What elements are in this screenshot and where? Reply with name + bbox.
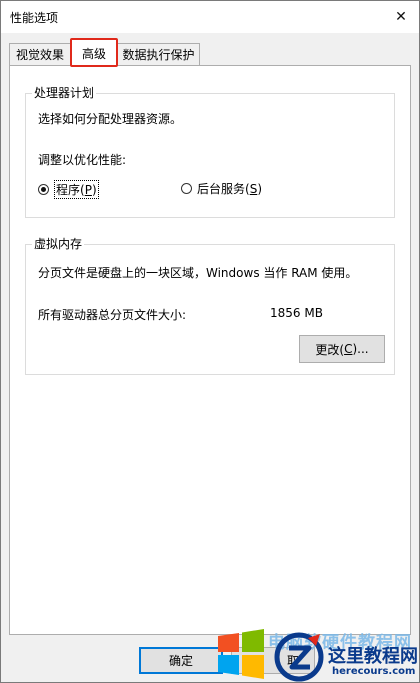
- advanced-tab-panel: 处理器计划 选择如何分配处理器资源。 调整以优化性能: 程序(P) 后台服务(S…: [9, 65, 411, 635]
- virtual-memory-group: 虚拟内存 分页文件是硬盘上的一块区域，Windows 当作 RAM 使用。 所有…: [25, 237, 395, 375]
- performance-options-dialog: 性能选项 ✕ 视觉效果 高级 数据执行保护 处理器计划 选择如何分配处理器资源。…: [0, 0, 420, 683]
- total-paging-file-label: 所有驱动器总分页文件大小:: [38, 308, 187, 322]
- background-services-radio-indicator[interactable]: [181, 183, 192, 194]
- tab-data-execution-prevention[interactable]: 数据执行保护: [117, 43, 200, 65]
- cancel-button[interactable]: 取: [231, 647, 315, 674]
- close-icon[interactable]: ✕: [383, 1, 419, 33]
- virtual-memory-legend: 虚拟内存: [32, 237, 85, 251]
- virtual-memory-description: 分页文件是硬盘上的一块区域，Windows 当作 RAM 使用。: [38, 266, 358, 280]
- ok-button[interactable]: 确定: [139, 647, 223, 674]
- tab-visual-effects[interactable]: 视觉效果: [9, 43, 71, 65]
- programs-radio-indicator[interactable]: [38, 184, 49, 195]
- tab-advanced[interactable]: 高级: [70, 38, 118, 67]
- title-bar: 性能选项 ✕: [1, 1, 419, 33]
- background-services-radio-label: 后台服务(S): [197, 182, 262, 196]
- background-services-radio[interactable]: 后台服务(S): [181, 180, 262, 197]
- processor-scheduling-legend: 处理器计划: [32, 86, 97, 100]
- processor-scheduling-group: 处理器计划 选择如何分配处理器资源。 调整以优化性能: 程序(P) 后台服务(S…: [25, 86, 395, 218]
- total-paging-file-value: 1856 MB: [270, 306, 323, 320]
- adjust-for-label: 调整以优化性能:: [38, 153, 127, 167]
- window-title: 性能选项: [10, 11, 59, 25]
- cancel-button-label: 取: [286, 654, 299, 668]
- programs-radio-label: 程序(P): [54, 180, 99, 199]
- change-button[interactable]: 更改(C)...: [299, 335, 385, 363]
- programs-radio[interactable]: 程序(P): [38, 180, 99, 199]
- processor-description: 选择如何分配处理器资源。: [38, 112, 183, 126]
